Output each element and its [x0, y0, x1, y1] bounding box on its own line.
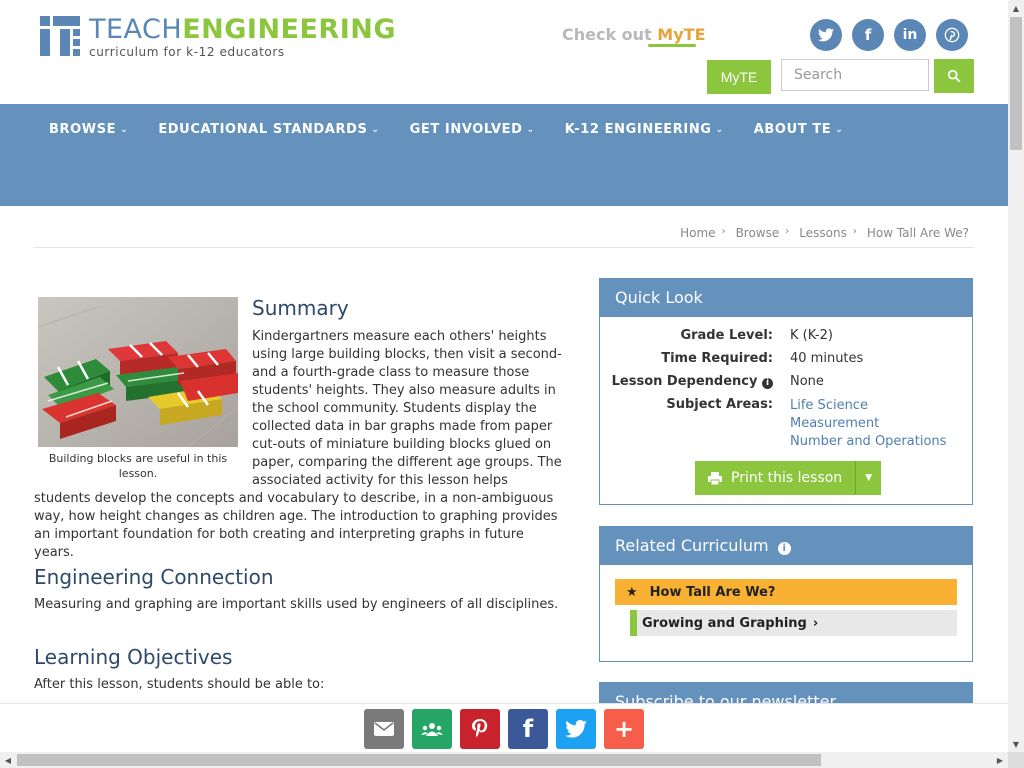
scroll-right-arrow[interactable]: ▶ — [992, 752, 1008, 768]
scroll-down-arrow[interactable]: ▼ — [1008, 736, 1024, 752]
google-classroom-share-icon[interactable] — [412, 709, 452, 749]
logo-mark-icon — [40, 16, 80, 56]
search-icon — [947, 69, 961, 83]
linkedin-icon[interactable]: in — [894, 19, 926, 51]
time-required-label: Time Required: — [661, 351, 773, 366]
more-share-icon[interactable]: + — [604, 709, 644, 749]
breadcrumb-current: How Tall Are We? — [866, 226, 969, 240]
breadcrumb-browse[interactable]: Browse — [736, 226, 780, 240]
quick-look-title: Quick Look — [600, 279, 972, 317]
summary-heading: Summary — [252, 296, 349, 320]
lesson-dependency-label: Lesson Dependency i — [612, 374, 773, 389]
email-share-icon[interactable] — [364, 709, 404, 749]
subject-link-number-operations[interactable]: Number and Operations — [790, 433, 946, 451]
divider — [34, 247, 974, 248]
facebook-share-icon[interactable]: f — [508, 709, 548, 749]
subject-link-measurement[interactable]: Measurement — [790, 415, 946, 433]
star-icon: ★ — [626, 584, 638, 600]
chevron-down-icon: ⌄ — [120, 125, 129, 135]
scroll-up-arrow[interactable]: ▲ — [1008, 0, 1024, 16]
horizontal-scrollbar[interactable]: ◀ ▶ — [0, 752, 1008, 768]
related-curriculum-title: Related Curriculum i — [600, 527, 972, 565]
learning-objectives-heading: Learning Objectives — [34, 645, 233, 669]
related-item-unit[interactable]: Growing and Graphing › — [630, 610, 957, 636]
twitter-icon[interactable] — [810, 19, 842, 51]
grade-level-value: K (K-2) — [790, 328, 833, 343]
breadcrumb-lessons[interactable]: Lessons — [799, 226, 847, 240]
search-button[interactable] — [934, 59, 974, 93]
chevron-down-icon: ⌄ — [835, 125, 844, 135]
chevron-down-icon: ⌄ — [371, 125, 380, 135]
subject-link-life-science[interactable]: Life Science — [790, 397, 946, 415]
breadcrumb: Home › Browse › Lessons › How Tall Are We? — [680, 226, 969, 240]
nav-k12-engineering[interactable]: K-12 ENGINEERING ⌄ — [565, 122, 724, 137]
quick-look-panel: Quick Look Grade Level: K (K-2) Time Req… — [599, 278, 973, 505]
chevron-down-icon: ⌄ — [715, 125, 724, 135]
pinterest-icon[interactable] — [936, 19, 968, 51]
summary-text: Kindergartners measure each others' heig… — [34, 329, 562, 560]
chevron-right-icon: › — [812, 615, 819, 631]
facebook-icon[interactable]: f — [852, 19, 884, 51]
page: TEACHENGINEERING curriculum for k-12 edu… — [0, 0, 1008, 752]
check-out-myte-link[interactable]: Check out MyTE — [562, 25, 706, 47]
nav-get-involved[interactable]: GET INVOLVED ⌄ — [410, 122, 535, 137]
social-links: f in — [810, 19, 968, 51]
main-nav: BROWSE ⌄ EDUCATIONAL STANDARDS ⌄ GET INVOL… — [0, 104, 1008, 206]
print-options-dropdown[interactable]: ▼ — [855, 461, 881, 495]
breadcrumb-home[interactable]: Home — [680, 226, 715, 240]
time-required-value: 40 minutes — [790, 351, 864, 366]
scrollbar-corner — [1008, 752, 1024, 768]
info-icon[interactable]: i — [762, 378, 773, 389]
vertical-scroll-thumb[interactable] — [1010, 17, 1022, 150]
nav-educational-standards[interactable]: EDUCATIONAL STANDARDS ⌄ — [158, 122, 379, 137]
teachengineering-logo[interactable]: TEACHENGINEERING curriculum for k-12 edu… — [40, 16, 396, 59]
myte-button[interactable]: MyTE — [707, 60, 771, 94]
engineering-connection-heading: Engineering Connection — [34, 565, 274, 589]
nav-browse[interactable]: BROWSE ⌄ — [49, 122, 128, 137]
subject-areas-label: Subject Areas: — [666, 397, 773, 412]
scroll-left-arrow[interactable]: ◀ — [0, 752, 16, 768]
horizontal-scroll-thumb[interactable] — [17, 754, 821, 766]
search-input[interactable] — [781, 59, 929, 91]
nav-about-te[interactable]: ABOUT TE ⌄ — [754, 122, 844, 137]
related-item-current[interactable]: ★ How Tall Are We? — [615, 579, 957, 605]
pinterest-share-icon[interactable] — [460, 709, 500, 749]
related-curriculum-panel: Related Curriculum i ★ How Tall Are We? … — [599, 526, 973, 662]
grade-level-label: Grade Level: — [680, 328, 773, 343]
print-lesson-button[interactable]: Print this lesson ▼ — [695, 461, 882, 495]
engineering-connection-text: Measuring and graphing are important ski… — [34, 597, 559, 612]
vertical-scrollbar[interactable]: ▲ ▼ — [1008, 0, 1024, 752]
learning-objectives-text: After this lesson, students should be ab… — [34, 677, 325, 692]
info-icon[interactable]: i — [777, 542, 791, 555]
chevron-down-icon: ⌄ — [526, 125, 535, 135]
print-icon — [708, 471, 722, 485]
logo-title: TEACHENGINEERING — [89, 14, 397, 45]
twitter-share-icon[interactable] — [556, 709, 596, 749]
share-bar: f + — [0, 703, 1008, 752]
subject-areas-list: Life Science Measurement Number and Oper… — [790, 397, 946, 451]
lesson-dependency-value: None — [790, 374, 824, 389]
logo-tagline: curriculum for k-12 educators — [89, 45, 285, 59]
